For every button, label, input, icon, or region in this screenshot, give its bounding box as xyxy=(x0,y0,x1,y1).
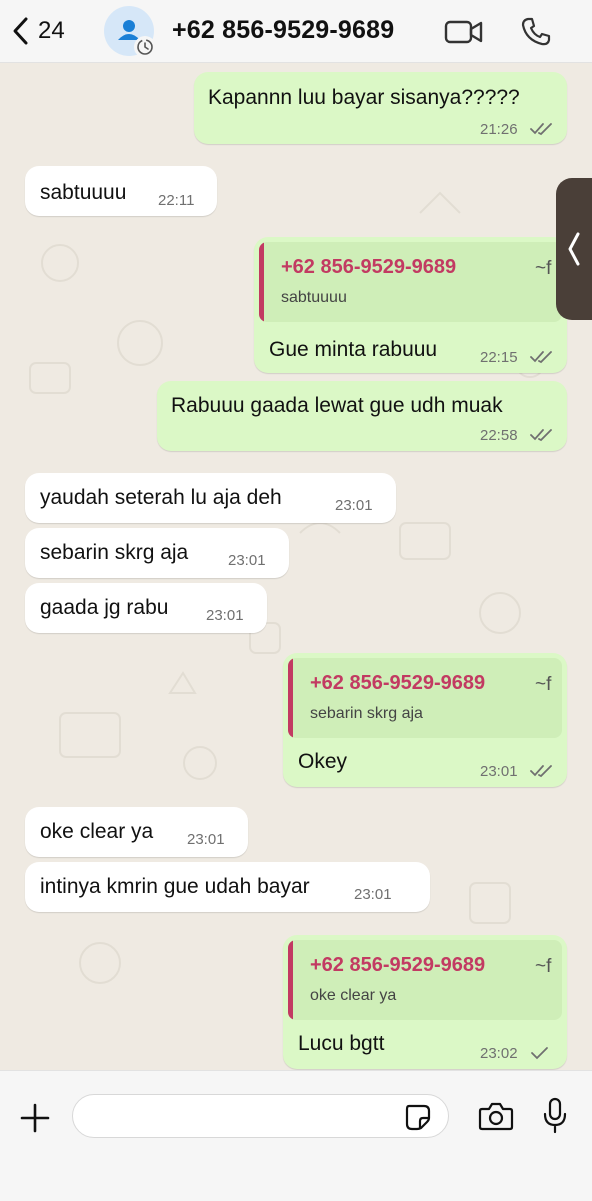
message-bubble-incoming[interactable]: yaudah seterah lu aja deh 23:01 xyxy=(25,473,396,523)
quote-accent-bar xyxy=(288,940,293,1020)
microphone-icon xyxy=(543,1097,567,1134)
single-check-icon xyxy=(531,1047,548,1060)
message-time: 23:01 xyxy=(228,552,266,569)
video-call-button[interactable] xyxy=(444,18,484,51)
quoted-message[interactable]: +62 856-9529-9689 ~f oke clear ya xyxy=(288,940,562,1020)
message-bubble-outgoing[interactable]: Kapannn luu bayar sisanya????? 21:26 xyxy=(194,72,567,144)
quote-text: oke clear ya xyxy=(310,987,397,1004)
chevron-left-icon xyxy=(13,17,28,45)
message-text: sebarin skrg aja xyxy=(40,541,189,564)
voice-call-button[interactable] xyxy=(520,16,552,53)
double-check-icon xyxy=(530,429,552,442)
message-bubble-incoming[interactable]: oke clear ya 23:01 xyxy=(25,807,248,857)
message-text: Okey xyxy=(298,750,348,773)
message-text: oke clear ya xyxy=(40,820,154,843)
message-time: 23:02 xyxy=(480,1045,518,1062)
voice-message-button[interactable] xyxy=(542,1097,568,1140)
message-time: 23:01 xyxy=(206,607,244,624)
message-text: Lucu bgtt xyxy=(298,1032,385,1055)
message-time: 21:26 xyxy=(480,121,518,138)
chat-area[interactable]: Kapannn luu bayar sisanya????? 21:26 sab… xyxy=(0,63,592,1070)
message-time: 22:58 xyxy=(480,427,518,444)
message-text: Rabuuu gaada lewat gue udh muak xyxy=(171,394,503,417)
message-bubble-incoming[interactable]: intinya kmrin gue udah bayar 23:01 xyxy=(25,862,430,912)
quote-author-suffix: ~f xyxy=(535,956,552,977)
message-bubble-outgoing[interactable]: Rabuuu gaada lewat gue udh muak 22:58 xyxy=(157,381,567,451)
message-text: yaudah seterah lu aja deh xyxy=(40,486,282,509)
message-time: 23:01 xyxy=(335,497,373,514)
quoted-message[interactable]: +62 856-9529-9689 ~f sabtuuuu xyxy=(259,242,562,322)
quote-text: sabtuuuu xyxy=(281,289,347,306)
message-bubble-outgoing[interactable]: +62 856-9529-9689 ~f sebarin skrg aja Ok… xyxy=(283,653,567,787)
video-camera-icon xyxy=(444,20,483,44)
phone-icon xyxy=(521,17,551,46)
back-button[interactable]: 24 xyxy=(10,16,65,46)
quoted-message[interactable]: +62 856-9529-9689 ~f sebarin skrg aja xyxy=(288,658,562,738)
message-input[interactable] xyxy=(72,1094,449,1138)
disappearing-timer-badge xyxy=(134,36,156,58)
message-text: Kapannn luu bayar sisanya????? xyxy=(208,86,520,109)
camera-icon xyxy=(478,1102,514,1131)
message-text: gaada jg rabu xyxy=(40,596,169,619)
message-time: 23:01 xyxy=(187,831,225,848)
quote-author-suffix: ~f xyxy=(535,674,552,695)
timer-icon xyxy=(137,39,153,55)
message-time: 23:01 xyxy=(354,886,392,903)
side-panel-handle[interactable] xyxy=(556,178,592,320)
message-bubble-incoming[interactable]: sebarin skrg aja 23:01 xyxy=(25,528,289,578)
message-bubble-incoming[interactable]: sabtuuuu 22:11 xyxy=(25,166,217,216)
double-check-icon xyxy=(530,351,552,364)
message-bubble-incoming[interactable]: gaada jg rabu 23:01 xyxy=(25,583,267,633)
message-bubble-outgoing[interactable]: +62 856-9529-9689 ~f sabtuuuu Gue minta … xyxy=(254,237,567,373)
message-composer xyxy=(0,1070,592,1201)
message-time: 22:11 xyxy=(158,192,195,209)
quote-author: +62 856-9529-9689 xyxy=(281,256,457,278)
message-text: Gue minta rabuuu xyxy=(269,338,438,361)
quote-author-suffix: ~f xyxy=(535,258,552,279)
message-text: intinya kmrin gue udah bayar xyxy=(40,875,310,898)
message-text: sabtuuuu xyxy=(40,181,127,204)
unread-count: 24 xyxy=(38,17,65,44)
quote-text: sebarin skrg aja xyxy=(310,705,423,722)
chat-header: 24 +62 856-9529-9689 xyxy=(0,0,592,63)
quote-author: +62 856-9529-9689 xyxy=(310,954,486,976)
sticker-icon xyxy=(405,1104,431,1131)
plus-icon xyxy=(20,1103,50,1133)
message-time: 23:01 xyxy=(480,763,518,780)
quote-accent-bar xyxy=(288,658,293,738)
message-bubble-outgoing[interactable]: +62 856-9529-9689 ~f oke clear ya Lucu b… xyxy=(283,935,567,1069)
double-check-icon xyxy=(530,123,552,136)
chevron-left-icon xyxy=(568,232,580,266)
quote-accent-bar xyxy=(259,242,264,322)
quote-author: +62 856-9529-9689 xyxy=(310,672,486,694)
contact-name[interactable]: +62 856-9529-9689 xyxy=(172,16,394,45)
attach-button[interactable] xyxy=(18,1101,52,1140)
sticker-button[interactable] xyxy=(404,1103,432,1136)
double-check-icon xyxy=(530,765,552,778)
message-time: 22:15 xyxy=(480,349,518,366)
camera-button[interactable] xyxy=(478,1101,514,1136)
